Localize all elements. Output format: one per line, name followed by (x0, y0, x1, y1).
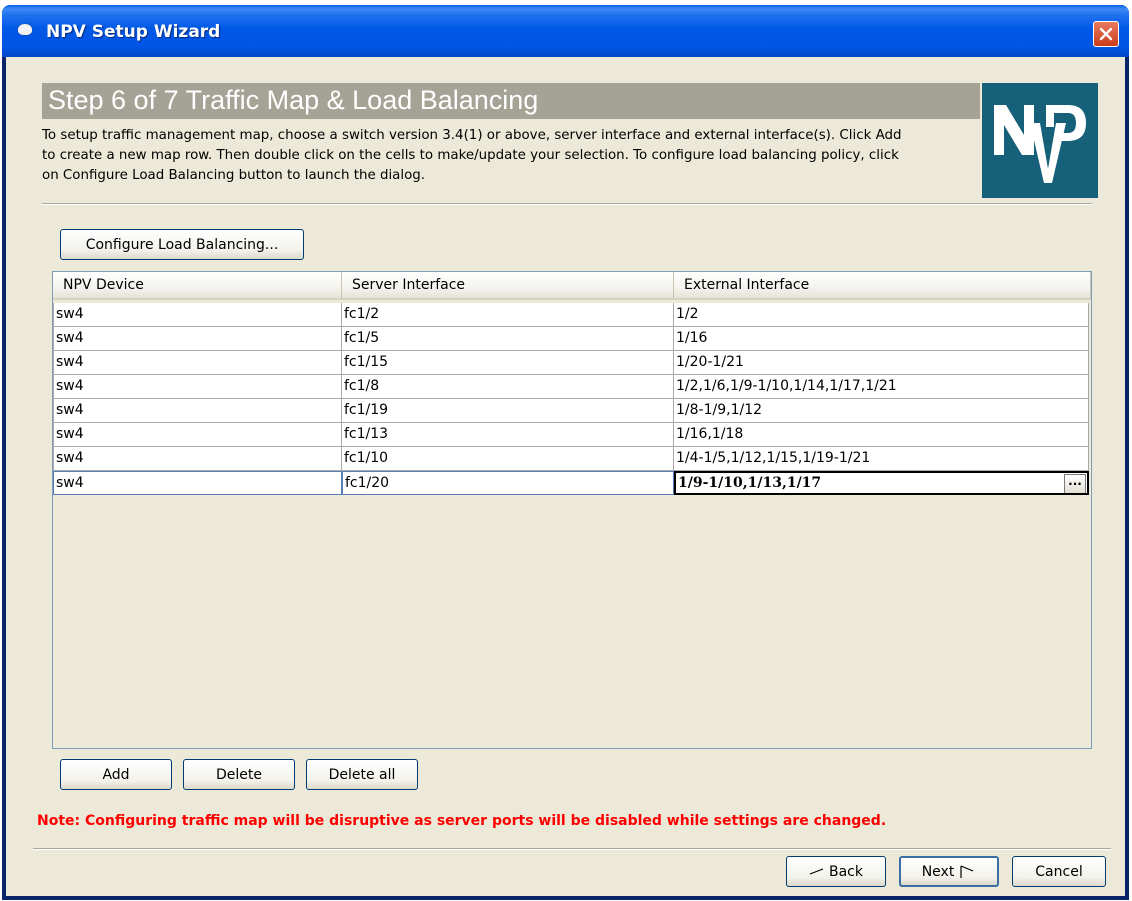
server-interface-cell[interactable]: fc1/20 (342, 471, 674, 495)
add-button[interactable]: Add (60, 759, 172, 790)
instruction-line: on Configure Load Balancing button to la… (42, 168, 426, 183)
back-button[interactable]: Back (786, 856, 886, 887)
server-interface-cell[interactable]: fc1/8 (342, 375, 674, 399)
close-icon (1099, 27, 1113, 41)
column-header-external-interface[interactable]: External Interface (674, 272, 1091, 300)
column-header-npv-device[interactable]: NPV Device (53, 272, 342, 300)
next-button[interactable]: Next (899, 856, 999, 887)
npv-device-cell[interactable]: sw4 (53, 351, 342, 375)
table-row[interactable]: sw4 fc1/5 1/16 (53, 327, 1089, 351)
external-interface-cell[interactable]: 1/20-1/21 (674, 351, 1089, 375)
back-label: Back (829, 863, 863, 880)
table-row[interactable]: sw4 fc1/19 1/8-1/9,1/12 (53, 399, 1089, 423)
npv-device-cell[interactable]: sw4 (53, 375, 342, 399)
npv-logo-graphic (994, 105, 1086, 183)
delete-all-button[interactable]: Delete all (306, 759, 418, 790)
instructions: To setup traffic management map, choose … (42, 126, 982, 186)
close-button[interactable] (1093, 21, 1119, 47)
traffic-map-table[interactable]: NPV Device Server Interface External Int… (52, 271, 1092, 749)
next-arrow-icon (960, 864, 974, 878)
server-interface-cell[interactable]: fc1/13 (342, 423, 674, 447)
server-interface-cell[interactable]: fc1/15 (342, 351, 674, 375)
npv-device-cell[interactable]: sw4 (53, 423, 342, 447)
npv-device-cell[interactable]: sw4 (53, 399, 342, 423)
external-interface-cell[interactable]: 1/2,1/6,1/9-1/10,1/14,1/17,1/21 (674, 375, 1089, 399)
server-interface-cell[interactable]: fc1/5 (342, 327, 674, 351)
table-row-selected[interactable]: sw4 fc1/20 1/9-1/10,1/13,1/17 ... (53, 471, 1089, 495)
browse-interfaces-button[interactable]: ... (1064, 474, 1086, 493)
column-header-server-interface[interactable]: Server Interface (342, 272, 674, 300)
wizard-body: Step 6 of 7 Traffic Map & Load Balancing… (6, 57, 1125, 896)
next-label: Next (921, 863, 955, 880)
table-header: NPV Device Server Interface External Int… (53, 272, 1091, 300)
header-divider (42, 203, 1092, 205)
cancel-button[interactable]: Cancel (1012, 856, 1106, 887)
external-interface-editor[interactable]: 1/9-1/10,1/13,1/17 ... (674, 471, 1089, 495)
title-bar[interactable]: NPV Setup Wizard (2, 5, 1129, 57)
external-interface-cell[interactable]: 1/4-1/5,1/12,1/15,1/19-1/21 (674, 447, 1089, 471)
external-interface-value: 1/9-1/10,1/13,1/17 (678, 475, 822, 491)
app-icon (18, 24, 32, 35)
external-interface-cell[interactable]: 1/8-1/9,1/12 (674, 399, 1089, 423)
table-row[interactable]: sw4 fc1/2 1/2 (53, 303, 1089, 327)
configure-load-balancing-button[interactable]: Configure Load Balancing... (60, 229, 304, 260)
instruction-line: to create a new map row. Then double cli… (42, 148, 899, 163)
server-interface-cell[interactable]: fc1/19 (342, 399, 674, 423)
window-title: NPV Setup Wizard (46, 22, 221, 42)
warning-note: Note: Configuring traffic map will be di… (37, 813, 887, 829)
external-interface-cell[interactable]: 1/2 (674, 303, 1089, 327)
table-row[interactable]: sw4 fc1/15 1/20-1/21 (53, 351, 1089, 375)
wizard-window: NPV Setup Wizard Step 6 of 7 Traffic Map… (2, 5, 1129, 900)
npv-logo (982, 83, 1098, 198)
delete-button[interactable]: Delete (183, 759, 295, 790)
npv-device-cell[interactable]: sw4 (53, 303, 342, 327)
server-interface-cell[interactable]: fc1/10 (342, 447, 674, 471)
table-row[interactable]: sw4 fc1/13 1/16,1/18 (53, 423, 1089, 447)
table-row[interactable]: sw4 fc1/10 1/4-1/5,1/12,1/15,1/19-1/21 (53, 447, 1089, 471)
npv-device-cell[interactable]: sw4 (53, 471, 342, 495)
instruction-line: To setup traffic management map, choose … (42, 128, 902, 143)
page-title: Step 6 of 7 Traffic Map & Load Balancing (48, 85, 539, 115)
npv-device-cell[interactable]: sw4 (53, 327, 342, 351)
back-arrow-icon (809, 867, 824, 875)
footer-divider (33, 848, 1111, 850)
external-interface-cell[interactable]: 1/16 (674, 327, 1089, 351)
external-interface-cell[interactable]: 1/16,1/18 (674, 423, 1089, 447)
step-banner: Step 6 of 7 Traffic Map & Load Balancing (42, 83, 980, 119)
table-row[interactable]: sw4 fc1/8 1/2,1/6,1/9-1/10,1/14,1/17,1/2… (53, 375, 1089, 399)
server-interface-cell[interactable]: fc1/2 (342, 303, 674, 327)
npv-device-cell[interactable]: sw4 (53, 447, 342, 471)
